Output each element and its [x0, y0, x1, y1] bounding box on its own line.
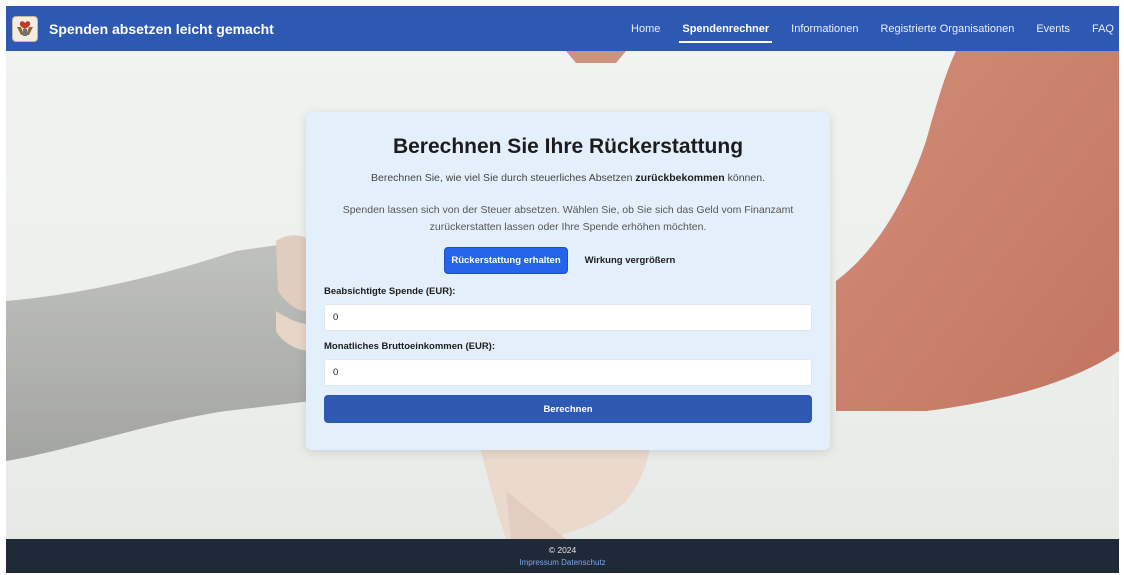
page-title: Berechnen Sie Ihre Rückerstattung	[392, 135, 744, 158]
page: Spenden absetzen leicht gemacht Home Spe…	[6, 6, 1119, 573]
subtitle-text-start: Berechnen Sie, wie viel Sie durch steuer…	[371, 172, 636, 184]
increase-impact-button[interactable]: Wirkung vergrößern	[568, 247, 692, 274]
income-label: Monatliches Bruttoeinkommen (EUR):	[324, 341, 496, 352]
nav-links: Home Spendenrechner Informationen Regist…	[620, 6, 1119, 51]
nav-link-spendenrechner[interactable]: Spendenrechner	[671, 6, 780, 51]
navbar: Spenden absetzen leicht gemacht Home Spe…	[6, 6, 1119, 51]
brand-title: Spenden absetzen leicht gemacht	[49, 20, 274, 37]
nav-link-faq[interactable]: FAQ	[1081, 6, 1119, 51]
nav-link-home[interactable]: Home	[620, 6, 671, 51]
donation-input[interactable]: 0	[324, 304, 812, 331]
footer-link-datenschutz[interactable]: Datenschutz	[561, 558, 605, 567]
copyright: © 2024	[548, 545, 577, 555]
brand[interactable]: Spenden absetzen leicht gemacht	[12, 15, 274, 42]
description: Spenden lassen sich von der Steuer abset…	[342, 204, 794, 233]
subtitle: Berechnen Sie, wie viel Sie durch steuer…	[306, 171, 830, 185]
calculate-button[interactable]: Berechnen	[324, 395, 812, 423]
income-input[interactable]: 0	[324, 359, 812, 386]
mode-toggle: Rückerstattung erhalten Wirkung vergröße…	[306, 247, 830, 274]
hands-heart-logo-icon	[12, 15, 38, 42]
calculator-card: Berechnen Sie Ihre Rückerstattung Berech…	[306, 112, 830, 450]
footer-link-impressum[interactable]: Impressum	[519, 558, 559, 567]
refund-mode-button[interactable]: Rückerstattung erhalten	[444, 247, 568, 274]
donation-label: Beabsichtigte Spende (EUR):	[324, 286, 456, 297]
subtitle-bold: zurückbekommen	[635, 172, 725, 184]
subtitle-text-end: können.	[724, 172, 765, 184]
nav-link-registrierte-organisationen[interactable]: Registrierte Organisationen	[869, 6, 1025, 51]
nav-link-events[interactable]: Events	[1025, 6, 1081, 51]
nav-link-informationen[interactable]: Informationen	[780, 6, 869, 51]
hero-background-image: Berechnen Sie Ihre Rückerstattung Berech…	[6, 51, 1119, 539]
footer: © 2024 Impressum Datenschutz	[6, 539, 1119, 573]
footer-links: Impressum Datenschutz	[6, 558, 1119, 567]
